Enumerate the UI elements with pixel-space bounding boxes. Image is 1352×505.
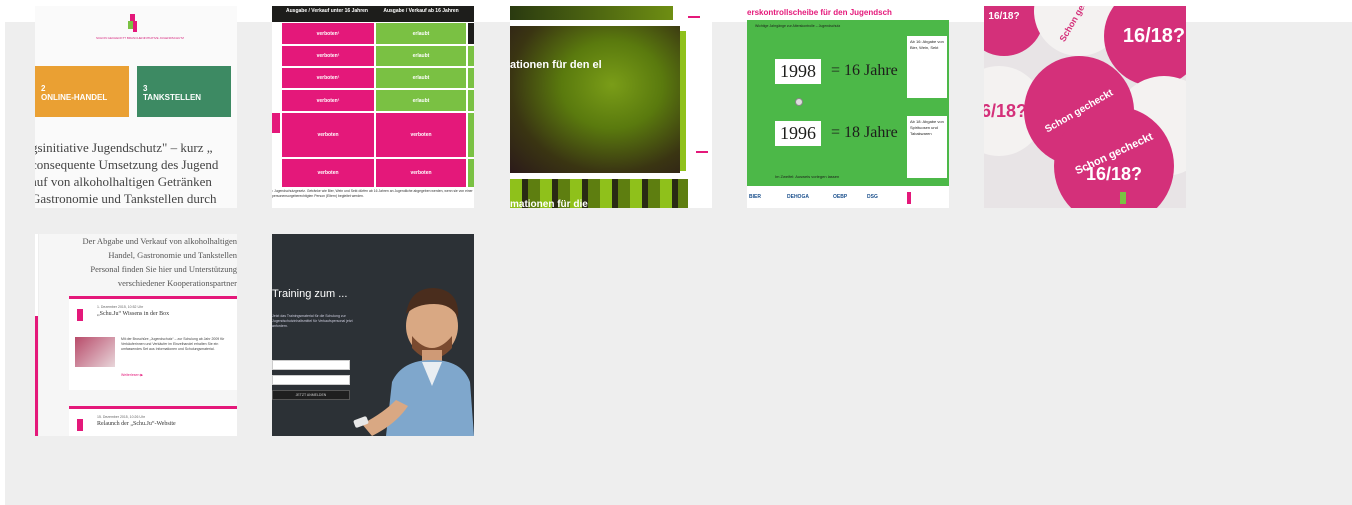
table-cell: erlaubt [376,23,466,44]
tankstellen-label: TANKSTELLEN [143,93,202,102]
pink-mark [688,16,700,18]
table-cell [468,159,474,187]
news-card[interactable]: 15. Dezember 2015, 10:26 Uhr Relaunch de… [69,406,237,436]
green-bar [680,31,686,171]
pink-accent-bar [35,316,38,436]
thumbnail-alterskontrollscheibe[interactable]: erskontrollscheibe für den Jugendsch Wic… [747,6,949,208]
news-intro: Der Abgabe und Verkauf von alkoholhaltig… [37,234,237,290]
header-from-16: Ausgabe / Verkauf ab 16 Jahren [383,8,459,14]
schuju-logo-icon [77,419,83,431]
rivet-icon [795,98,803,106]
intro-line: Handel, Gastronomie und Tankstellen [108,250,237,260]
intro-line: consequente Umsetzung des Jugend [35,157,219,172]
schuju-logo-icon [1120,192,1126,204]
info-box-18: Ab 18: Abgabe von Spirituosen und Tabakw… [907,116,947,178]
logo-caption: SCHON GECHECKT? BRANCHENINITIATIVE JUGEN… [96,36,184,40]
news-meta: 15. Dezember 2015, 10:26 Uhr [97,415,146,419]
table-cell: verboten [282,159,374,187]
age-18: = 18 Jahre [831,124,898,141]
online-handel-number: 2 [41,84,46,93]
table-cell: verboten [376,159,466,187]
intro-line: gsinitiative Jugendschutz" – kurz „ [35,140,213,155]
news-title: Relaunch der „Schu.Ju“-Website [97,421,176,427]
badge-age: 16/18? [984,100,1028,121]
photo-people [510,26,680,173]
name-input[interactable] [272,360,350,370]
partner-logo: DSG [867,194,878,200]
thumbnail-buttons[interactable]: 16/18? Schon gecheckt 16/18? 16/18? Scho… [984,6,1186,208]
scheibe-instruction: Wichtige Jahrgänge zur Alterskontrolle –… [755,24,841,28]
schuju-logo-icon [907,192,911,204]
year-1998: 1998 [775,59,821,84]
news-title: „Schu.Ju“ Wissens in der Box [97,311,170,317]
intro-line: Gastronomie und Tankstellen durch [35,191,217,206]
read-more-link[interactable]: Weiterlesen ▶ [121,373,143,377]
badge-age: 16/18? [988,10,1020,22]
scheibe-bottom-note: Im Zweifel: Ausweis vorlegen lassen [775,174,840,179]
partner-logo: BIER [749,194,761,200]
table-cell [468,23,474,44]
year-1996: 1996 [775,121,821,146]
online-handel-label: ONLINE-HANDEL [41,93,108,102]
news-meta: 1. Dezember 2015, 10:52 Uhr [97,305,144,309]
photo-caption-bottom: mationen für die [510,199,588,208]
table-cell: verboten [376,113,466,157]
table-cell [272,113,280,133]
tankstellen-box: 3 TANKSTELLEN [137,66,231,117]
table-header: Ausgabe / Verkauf unter 16 Jahren Ausgab… [272,6,474,22]
thumbnail-informationen[interactable]: ationen für den el mationen für die [510,6,712,208]
table-cell: erlaubt [376,46,466,66]
training-subtext: Jetzt das Trainingsmaterial für die Schu… [272,314,353,328]
news-card[interactable]: 1. Dezember 2015, 10:52 Uhr „Schu.Ju“ Wi… [69,296,237,390]
news-body: Mit der Broschüre „Jugendschutz“ – zur S… [121,337,225,351]
table-cell: erlaubt [376,90,466,111]
thumbnail-news[interactable]: Der Abgabe und Verkauf von alkoholhaltig… [35,234,237,436]
thumbnail-branchen-initiative[interactable]: SCHON GECHECKT? BRANCHENINITIATIVE JUGEN… [35,6,237,208]
online-handel-box: 2 ONLINE-HANDEL [35,66,129,117]
badge-text: Schon gecheckt [1057,6,1101,44]
table-cell: verboten [282,113,374,157]
table-cell [468,46,474,66]
smiling-man-photo [353,288,474,436]
photo-strip-top [510,6,673,20]
table-cell: verboten¹ [282,90,374,111]
schuju-logo-icon [128,14,138,32]
intro-text: gsinitiative Jugendschutz" – kurz „ cons… [35,139,237,207]
scheibe-title: erskontrollscheibe für den Jugendsch [747,8,892,17]
info-box-16: Ab 16: Abgabe von Bier, Wein, Sekt [907,36,947,98]
table-cell [468,68,474,88]
submit-button[interactable]: JETZT ANMELDEN [272,390,350,400]
tankstellen-number: 3 [143,84,148,93]
partner-logo: DEHOGA [787,194,809,200]
partner-logos: BIER DEHOGA OEBP DSG [747,192,949,208]
partner-logo: OEBP [833,194,848,200]
thumbnail-training[interactable]: Training zum ... Jetzt das Trainingsmate… [272,234,474,436]
intro-line: auf von alkoholhaltigen Getränken [35,174,212,189]
photo-caption: ationen für den el [510,59,602,71]
table-cell: erlaubt [376,68,466,88]
table-cell: verboten¹ [282,68,374,88]
table-cell: verboten¹ [282,46,374,66]
intro-line: Der Abgabe und Verkauf von alkoholhaltig… [82,236,237,246]
thumbnail-abgabe-tabelle[interactable]: Ausgabe / Verkauf unter 16 Jahren Ausgab… [272,6,474,208]
table-cell: verboten¹ [282,23,374,44]
age-16: = 16 Jahre [831,62,898,79]
pink-mark [696,151,708,153]
table-footnote: ¹ Jugendschutzgesetz. Getränke wie Bier,… [272,189,473,198]
intro-line: verschiedener Kooperationspartner [117,278,237,288]
intro-line: Personal finden Sie hier und Unterstützu… [90,264,237,274]
news-image [75,337,115,367]
schuju-logo-icon [77,309,83,321]
table-cell [468,113,474,157]
table-cell [468,90,474,111]
badge-age: 16/18? [1122,24,1186,47]
training-heading: Training zum ... [272,288,348,300]
header-under-16: Ausgabe / Verkauf unter 16 Jahren [286,8,368,14]
email-input[interactable] [272,375,350,385]
